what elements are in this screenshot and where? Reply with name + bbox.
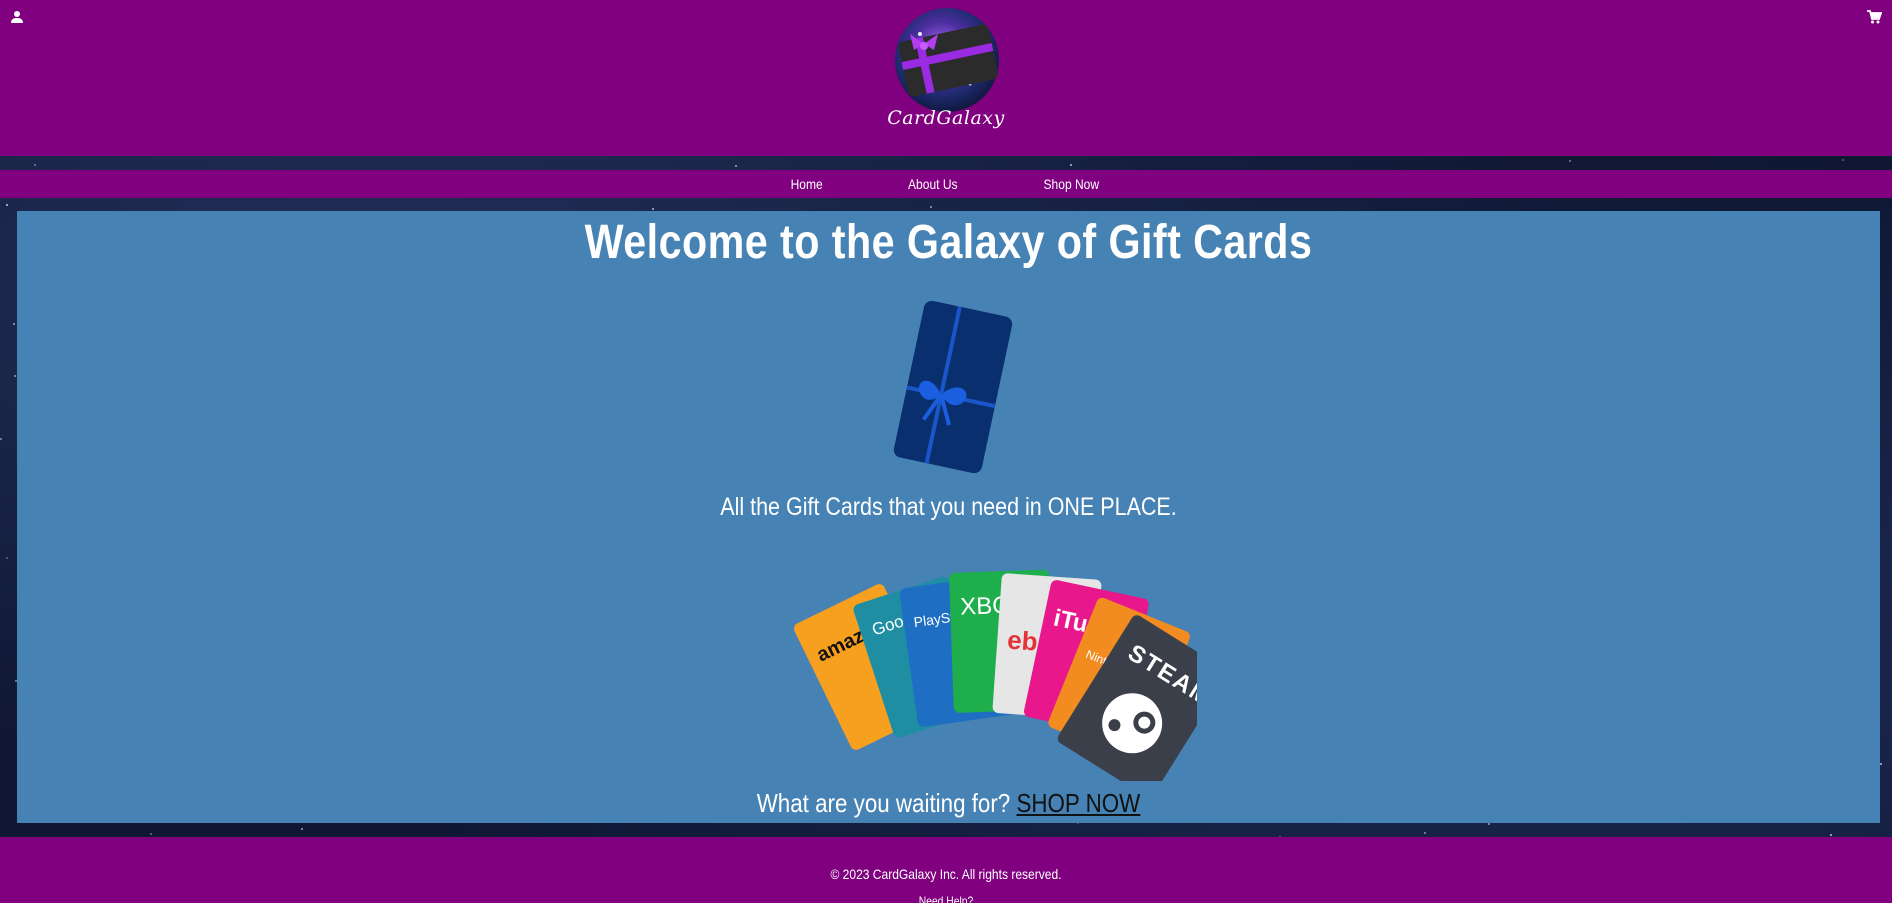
site-footer: © 2023 CardGalaxy Inc. All rights reserv… bbox=[0, 837, 1892, 903]
nav-about-us[interactable]: About Us bbox=[874, 176, 991, 192]
star bbox=[1569, 160, 1571, 162]
shop-now-link[interactable]: SHOP NOW bbox=[1016, 788, 1140, 818]
nav-home[interactable]: Home bbox=[757, 176, 856, 192]
star bbox=[1070, 164, 1072, 166]
star bbox=[301, 828, 303, 830]
site-header: CardGalaxy bbox=[0, 0, 1892, 156]
star bbox=[735, 165, 737, 167]
star bbox=[1424, 832, 1426, 834]
star bbox=[6, 557, 8, 559]
star bbox=[1488, 823, 1490, 825]
tagline: All the Gift Cards that you need in ONE … bbox=[720, 493, 1177, 521]
copyright-text: © 2023 CardGalaxy Inc. All rights reserv… bbox=[830, 866, 1062, 882]
cta-line: What are you waiting for? SHOP NOW bbox=[147, 788, 1749, 819]
shopping-cart-icon[interactable] bbox=[1866, 9, 1882, 25]
user-icon[interactable] bbox=[10, 10, 24, 24]
welcome-panel: Welcome to the Galaxy of Gift Cards All … bbox=[17, 211, 1880, 823]
star bbox=[0, 438, 2, 440]
star bbox=[1842, 159, 1844, 161]
help-link[interactable]: Need Help? bbox=[132, 894, 1759, 903]
star bbox=[652, 208, 654, 210]
star bbox=[1880, 763, 1882, 765]
star bbox=[14, 375, 16, 377]
brand-name: CardGalaxy bbox=[887, 107, 1005, 129]
gift-card-collection: amazon Google PlayStation XBOX ebay iTun… bbox=[794, 569, 1197, 781]
gift-card-image bbox=[893, 300, 1013, 474]
star bbox=[13, 323, 15, 325]
main-nav: Home About Us Shop Now bbox=[0, 170, 1892, 198]
nav-shop-now[interactable]: Shop Now bbox=[1010, 176, 1133, 192]
star bbox=[150, 833, 152, 835]
star bbox=[1830, 834, 1832, 836]
star bbox=[34, 164, 36, 166]
cta-text: What are you waiting for? bbox=[756, 788, 1011, 818]
star bbox=[930, 206, 932, 208]
page-title: Welcome to the Galaxy of Gift Cards bbox=[584, 216, 1313, 269]
star bbox=[6, 204, 8, 206]
